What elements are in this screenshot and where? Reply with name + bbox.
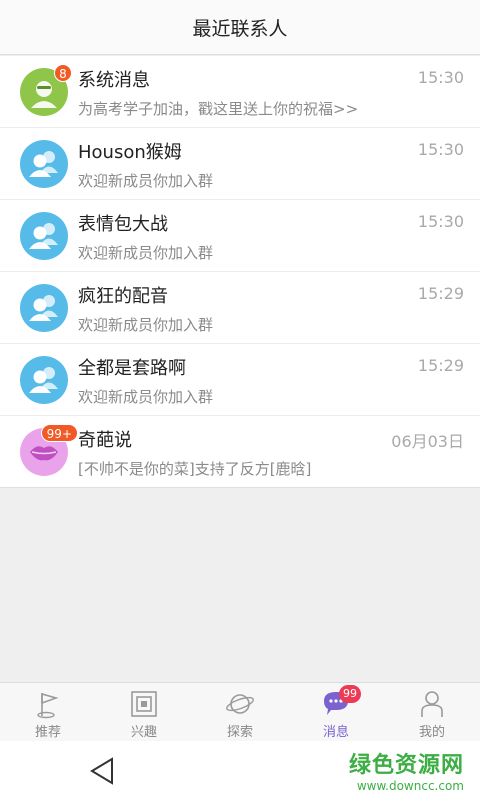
- contact-name: 全都是套路啊: [78, 358, 186, 379]
- avatar: [20, 356, 68, 404]
- message-time: 06月03日: [391, 432, 464, 451]
- message-preview: 欢迎新成员你加入群: [78, 316, 214, 334]
- contact-name: 奇葩说: [78, 430, 132, 451]
- contact-row[interactable]: 疯狂的配音 15:29 欢迎新成员你加入群: [0, 272, 480, 344]
- message-preview: 为高考学子加油，戳这里送上你的祝福>>: [78, 100, 359, 118]
- watermark-title: 绿色资源网: [348, 753, 464, 778]
- tab-label: 兴趣: [130, 725, 157, 740]
- group-icon: [29, 151, 58, 177]
- unread-badge: 8: [54, 64, 72, 82]
- message-time: 15:29: [417, 356, 464, 375]
- page-title: 最近联系人: [192, 17, 288, 40]
- contact-list: 8 系统消息 15:30 为高考学子加油，戳这里送上你的祝福>> Houson猴…: [0, 56, 480, 488]
- contact-name: 表情包大战: [78, 214, 168, 235]
- unread-badge: 99+: [40, 424, 78, 442]
- message-time: 15:29: [417, 284, 464, 303]
- flag-icon: [37, 692, 59, 719]
- message-preview: 欢迎新成员你加入群: [78, 244, 214, 262]
- tab-recommend[interactable]: 推荐: [0, 683, 96, 741]
- watermark: 绿色资源网 www.downcc.com: [349, 747, 464, 793]
- top-bar: 最近联系人: [0, 0, 480, 55]
- message-time: 15:30: [417, 212, 464, 231]
- contact-row[interactable]: Houson猴姆 15:30 欢迎新成员你加入群: [0, 128, 480, 200]
- tab-explore[interactable]: 探索: [192, 683, 288, 741]
- tab-label: 消息: [322, 725, 349, 740]
- message-time: 15:30: [417, 68, 464, 87]
- contact-row[interactable]: 表情包大战 15:30 欢迎新成员你加入群: [0, 200, 480, 272]
- person-icon: [421, 691, 443, 717]
- contact-row[interactable]: 全都是套路啊 15:29 欢迎新成员你加入群: [0, 344, 480, 416]
- tab-icon-wrap: 99: [321, 685, 361, 719]
- group-icon: [29, 367, 58, 393]
- message-preview: [不帅不是你的菜]支持了反方[鹿晗]: [78, 460, 312, 478]
- square-icon: [131, 691, 157, 717]
- avatar: [20, 140, 68, 188]
- tab-me[interactable]: 我的: [384, 683, 480, 741]
- avatar: [20, 284, 68, 332]
- avatar: [20, 212, 68, 260]
- tab-label: 我的: [418, 725, 445, 740]
- contact-row-system[interactable]: 8 系统消息 15:30 为高考学子加油，戳这里送上你的祝福>>: [0, 56, 480, 128]
- message-preview: 欢迎新成员你加入群: [78, 388, 214, 406]
- bottom-tab-bar: 推荐 兴趣 探索 99 消息 我的: [0, 682, 480, 741]
- contact-name: 系统消息: [78, 70, 150, 91]
- avatar: 8: [20, 64, 72, 116]
- message-time: 15:30: [417, 140, 464, 159]
- tab-label: 推荐: [34, 725, 61, 740]
- planet-icon: [226, 694, 254, 714]
- tab-interest[interactable]: 兴趣: [96, 683, 192, 741]
- system-nav-bar: 绿色资源网 www.downcc.com: [0, 741, 480, 800]
- group-icon: [29, 223, 58, 249]
- group-icon: [29, 295, 58, 321]
- avatar: 99+: [20, 424, 78, 476]
- contact-row-qipashuo[interactable]: 99+ 奇葩说 06月03日 [不帅不是你的菜]支持了反方[鹿晗]: [0, 416, 480, 488]
- contact-name: 疯狂的配音: [78, 286, 168, 307]
- tab-label: 探索: [226, 725, 253, 740]
- tab-messages[interactable]: 99 消息: [288, 683, 384, 741]
- watermark-url: www.downcc.com: [356, 779, 464, 793]
- back-icon[interactable]: [86, 754, 120, 788]
- message-preview: 欢迎新成员你加入群: [78, 172, 214, 190]
- contact-name: Houson猴姆: [78, 142, 182, 163]
- tab-unread-badge: 99: [339, 685, 361, 703]
